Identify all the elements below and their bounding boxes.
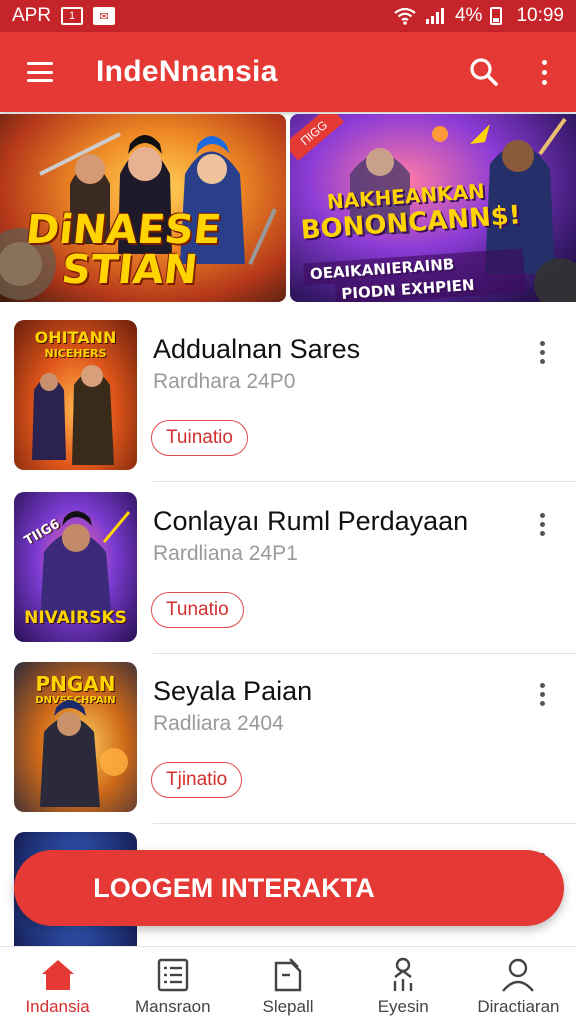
featured-banner[interactable]: DiNAESE STIAN <box>0 114 286 302</box>
item-title: Addualnan Sares <box>153 334 361 364</box>
signal-icon <box>425 8 444 24</box>
item-title: Conlayaı Ruml Perdayaan <box>153 506 469 536</box>
list-item[interactable]: OHITANN NICEHERS Addualnan Sares Rardhar… <box>0 312 576 482</box>
nav-label: Diractiaran <box>477 997 560 1016</box>
message-icon: ✉ <box>93 7 116 25</box>
status-bar: APR 1 ✉ 4% 10:99 <box>0 0 576 32</box>
item-thumbnail: PNGAN DNVSSCHPAIN <box>14 662 137 812</box>
nav-home[interactable]: Indansia <box>0 947 115 1024</box>
list-item[interactable]: PNGAN DNVSSCHPAIN Seyala Paian Radliara … <box>0 654 576 824</box>
profile-icon <box>498 955 538 995</box>
menu-button[interactable] <box>0 32 80 112</box>
clock: 10:99 <box>516 5 564 26</box>
nav-profile[interactable]: Diractiaran <box>461 947 576 1024</box>
item-subtitle: Rardhara 24P0 <box>153 370 296 393</box>
item-tag-button[interactable]: Tjinatio <box>151 762 243 798</box>
document-icon <box>268 955 308 995</box>
item-subtitle: Radliara 2404 <box>153 712 284 735</box>
list-item[interactable]: TIIG6 NIVAIRSKS Conlayaı Ruml Perdayaan … <box>0 484 576 654</box>
overflow-menu-button[interactable] <box>524 50 564 94</box>
featured-banner[interactable]: ПIGG NAKHEANKAN BONONCANN$! OEAIKANIERAI… <box>290 114 576 302</box>
divider <box>153 481 576 482</box>
item-tag-button[interactable]: Tunatio <box>151 592 244 628</box>
featured-carousel: DiNAESE STIAN ПIGG NAKHEANKAN BONONCANN$… <box>0 114 576 302</box>
item-more-icon[interactable] <box>530 336 554 368</box>
item-more-icon[interactable] <box>530 678 554 710</box>
hamburger-icon <box>27 62 53 82</box>
nav-label: Slepall <box>262 997 314 1016</box>
nav-label: Indansia <box>25 997 90 1016</box>
banner-title: NAKHEANKAN BONONCANN$! OEAIKANIERAINB PI… <box>298 176 526 302</box>
search-icon <box>470 58 498 86</box>
item-title: Seyala Paian <box>153 676 313 706</box>
wifi-icon <box>394 7 416 25</box>
item-tag-button[interactable]: Tuinatio <box>151 420 248 456</box>
banner-title: DiNAESE STIAN <box>23 207 224 293</box>
bottom-navigation: Indansia Mansraon Slepall Eyesin Diracti… <box>0 946 576 1024</box>
nav-list[interactable]: Mansraon <box>115 947 230 1024</box>
home-icon <box>38 955 78 995</box>
nav-label: Eyesin <box>377 997 429 1016</box>
battery-percent: 4% <box>454 5 483 26</box>
nav-document[interactable]: Slepall <box>230 947 345 1024</box>
item-thumbnail: TIIG6 NIVAIRSKS <box>14 492 137 642</box>
item-more-icon[interactable] <box>530 508 554 540</box>
notification-icon: 1 <box>61 7 84 25</box>
list-icon <box>153 955 193 995</box>
app-bar: IndeNnansia <box>0 32 576 112</box>
person-stats-icon <box>383 955 423 995</box>
app-title: IndeNnansia <box>96 55 278 88</box>
nav-label: Mansraon <box>135 997 211 1016</box>
item-thumbnail: OHITANN NICEHERS <box>14 320 137 470</box>
search-button[interactable] <box>462 50 506 94</box>
carrier-label: APR <box>12 5 52 26</box>
nav-stats[interactable]: Eyesin <box>346 947 461 1024</box>
item-subtitle: Rardliana 24P1 <box>153 542 298 565</box>
login-cta-button[interactable]: LOOGEM INTERAKTA <box>14 850 564 926</box>
battery-icon <box>490 7 503 25</box>
